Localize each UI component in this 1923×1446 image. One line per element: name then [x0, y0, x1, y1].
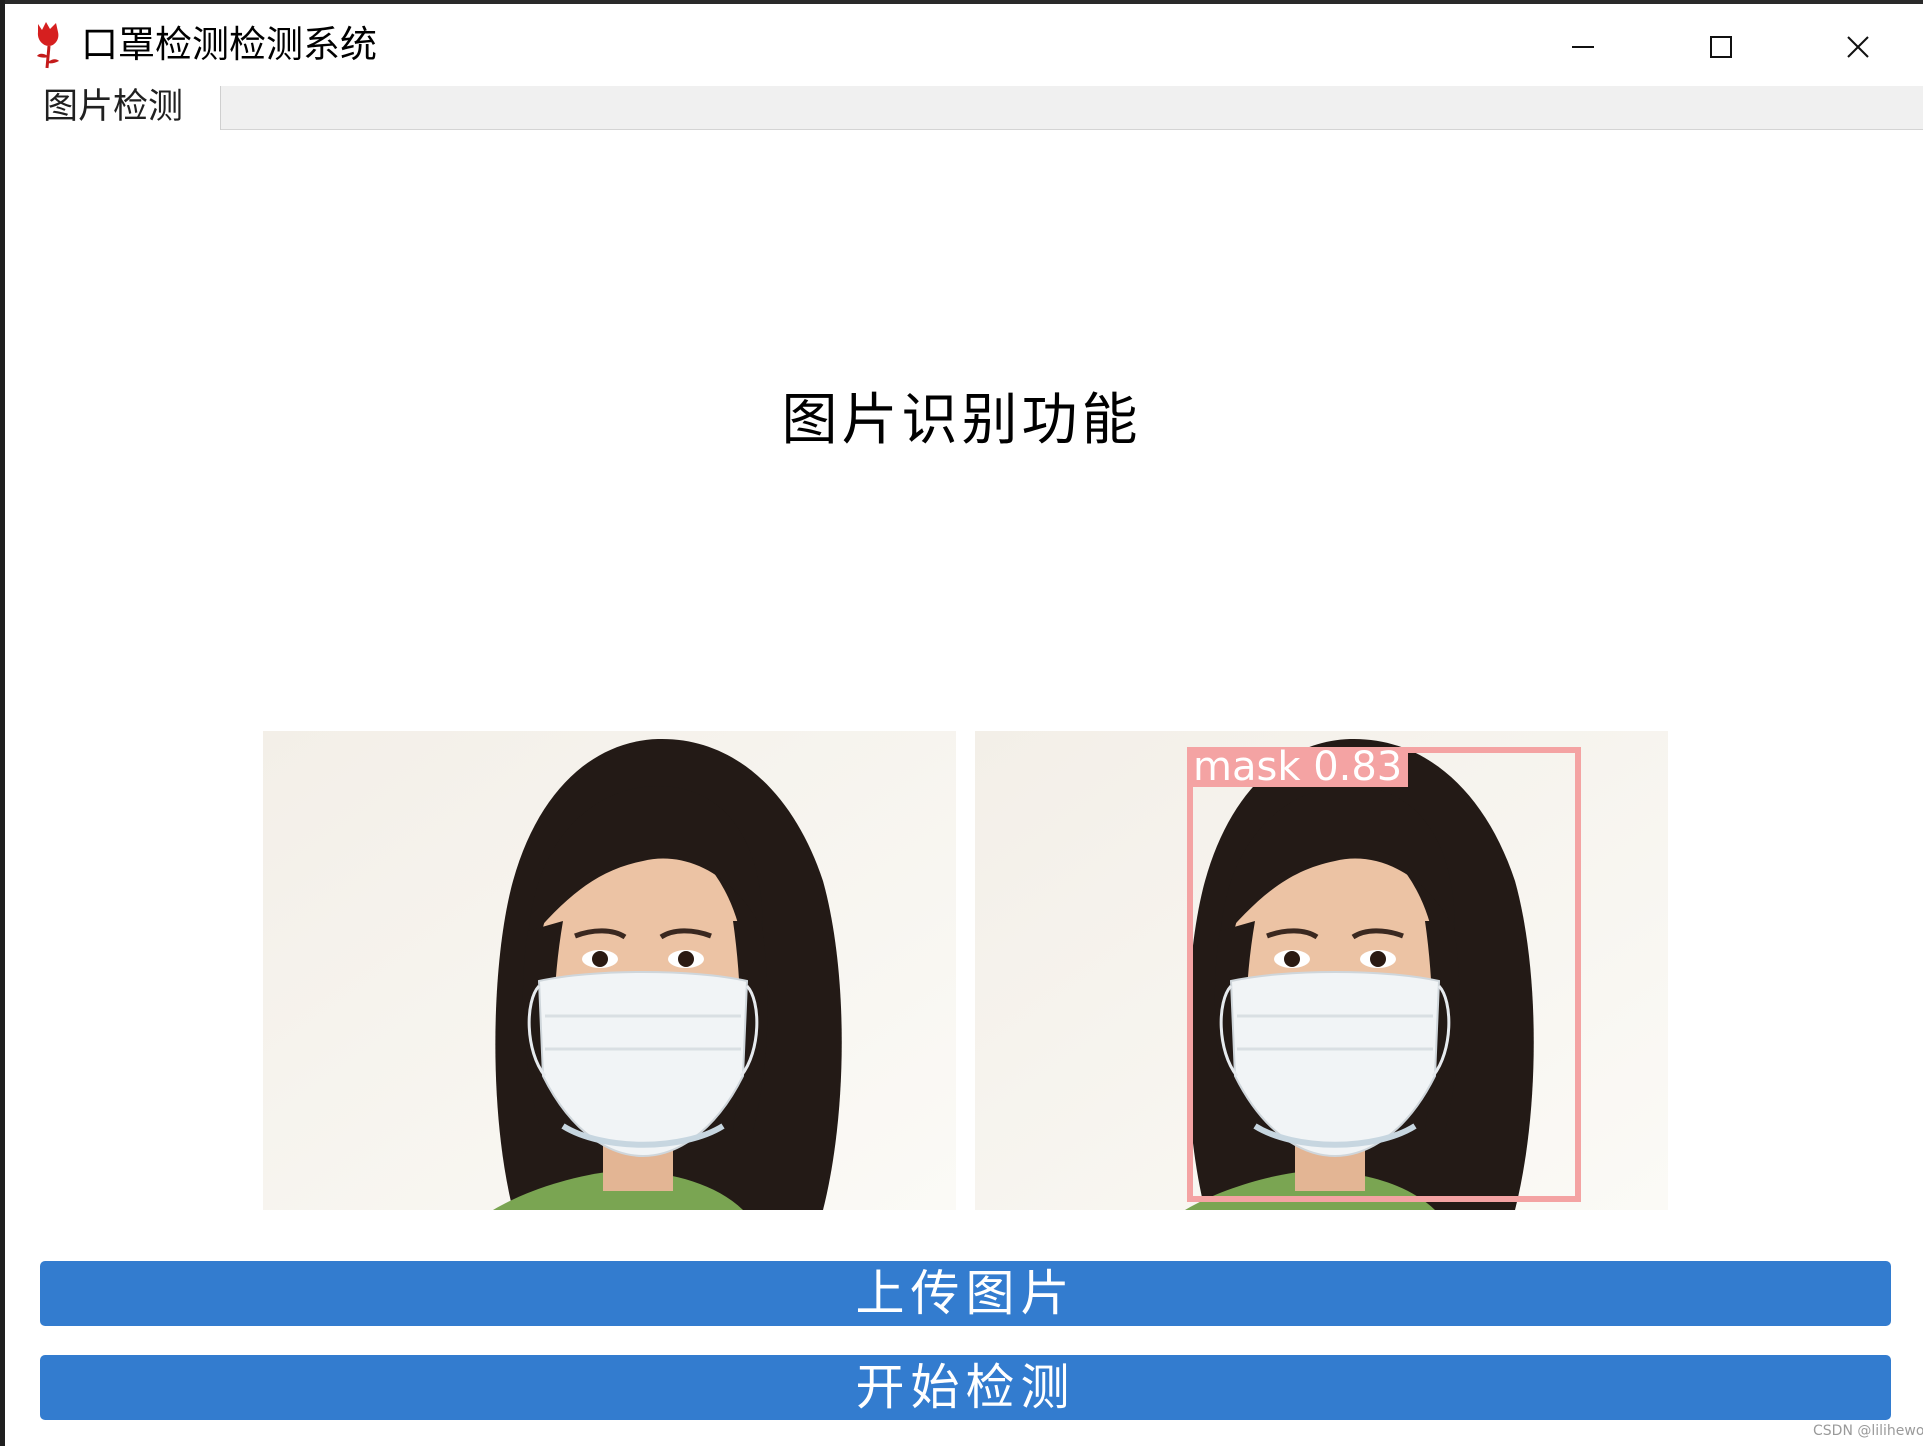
tab-label: 图片检测: [43, 87, 184, 127]
minimize-icon: [1572, 46, 1594, 48]
maximize-button[interactable]: [1686, 14, 1756, 80]
window-title: 口罩检测检测系统: [81, 23, 377, 66]
close-button[interactable]: [1823, 14, 1893, 80]
title-bar[interactable]: 口罩检测检测系统: [5, 4, 1923, 86]
maximize-icon: [1710, 36, 1732, 58]
portrait-masked-photo: [263, 731, 956, 1210]
start-detection-button[interactable]: 开始检测: [40, 1355, 1891, 1420]
close-icon: [1847, 36, 1869, 58]
watermark: CSDN @lilihewo: [1813, 1423, 1923, 1439]
page-title: 图片识别功能: [781, 388, 1142, 453]
window-left-border: [0, 0, 5, 1446]
result-image: mask 0.83: [975, 731, 1668, 1210]
detection-bounding-box: [1187, 747, 1581, 1202]
rose-icon: [32, 20, 66, 70]
detection-label: mask 0.83: [1187, 747, 1409, 787]
original-image: [263, 731, 956, 1210]
upload-image-button[interactable]: 上传图片: [40, 1261, 1891, 1326]
app-window: 口罩检测检测系统 图片检测 图片识别功能 mask 0.83 上传图片 开始检测…: [0, 0, 1923, 1446]
minimize-button[interactable]: [1548, 14, 1618, 80]
tab-image-detection[interactable]: 图片检测: [5, 86, 221, 130]
tab-bar: 图片检测: [5, 86, 1923, 130]
